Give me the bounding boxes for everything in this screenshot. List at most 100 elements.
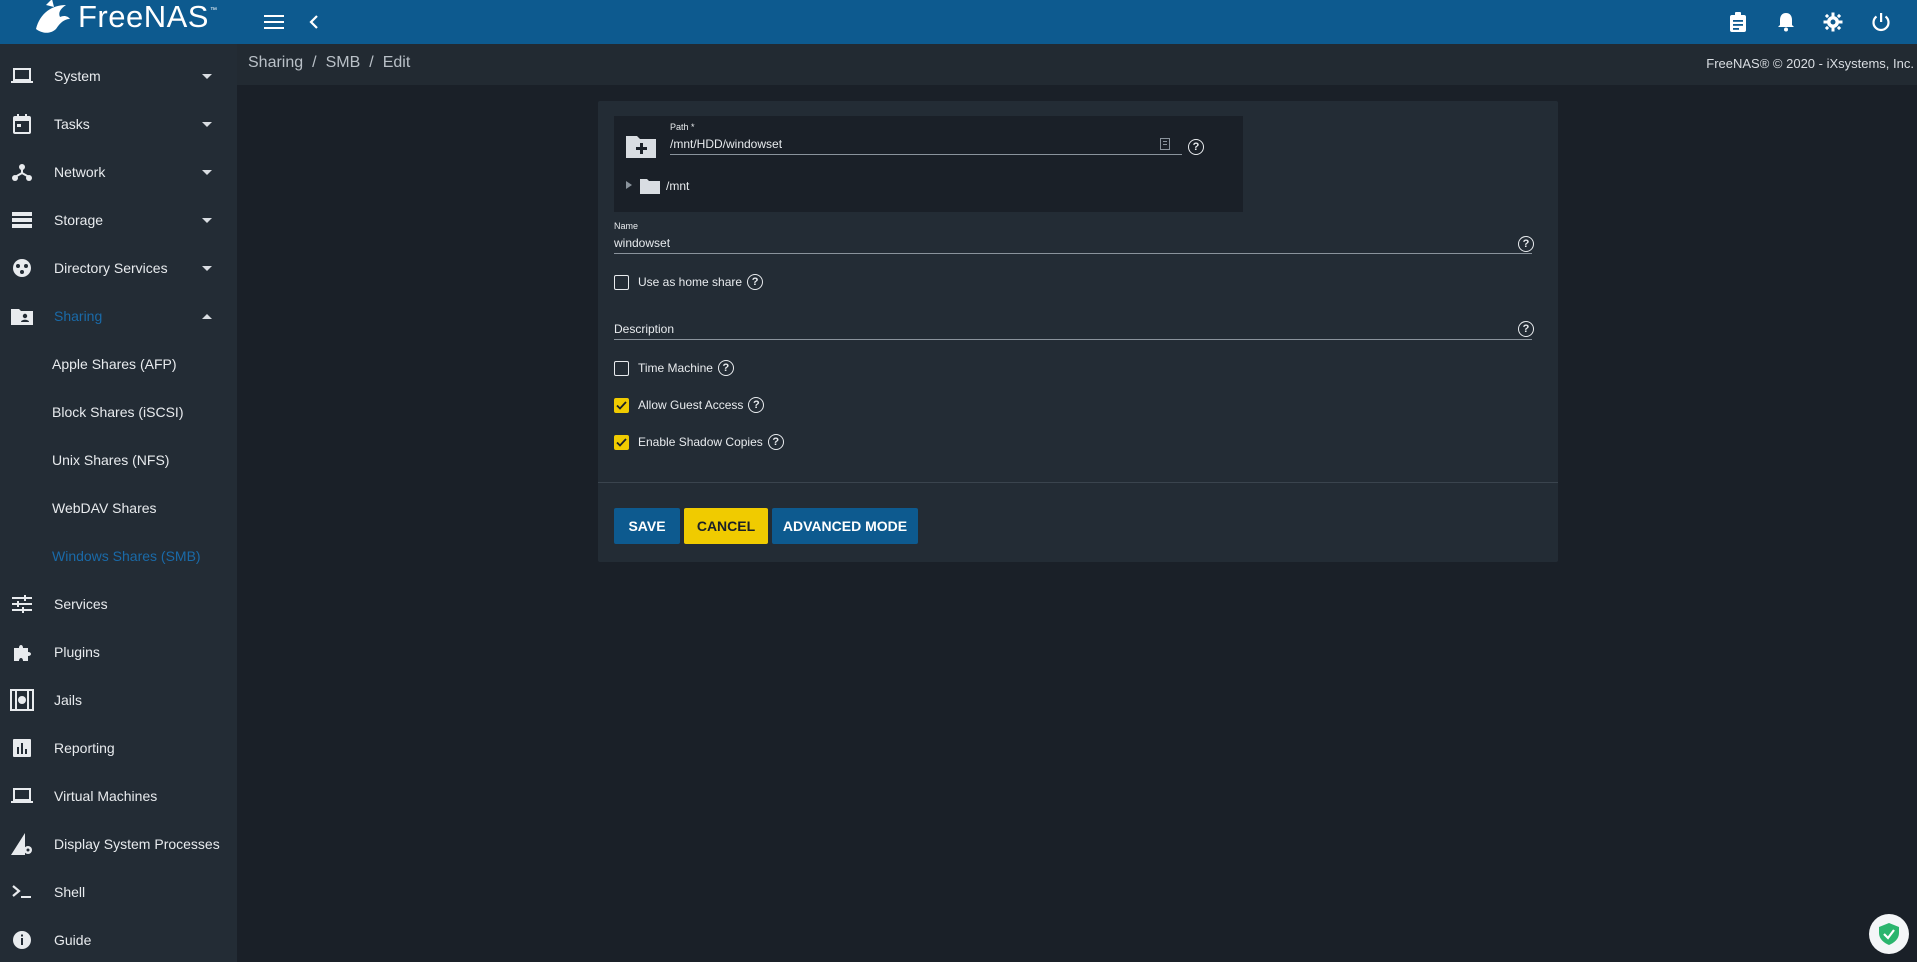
breadcrumb-sharing[interactable]: Sharing (248, 54, 303, 72)
sidebar-item-sharing[interactable]: Sharing (0, 296, 237, 336)
breadcrumb-separator: / (312, 54, 317, 71)
time-machine-checkbox[interactable] (614, 360, 629, 376)
sidebar-item-virtual-machines[interactable]: Virtual Machines (0, 776, 237, 816)
top-toolbar: FreeNAS ™ (0, 0, 1917, 44)
caret-down-icon (202, 217, 212, 223)
sidebar-item-label: Network (54, 164, 106, 180)
home-share-checkbox-row[interactable]: Use as home share ? (614, 273, 764, 291)
power-icon (1872, 13, 1890, 32)
power-button[interactable] (1861, 0, 1901, 44)
advanced-mode-button[interactable]: ADVANCED MODE (772, 508, 918, 544)
name-underline (614, 253, 1532, 254)
tree-node-mnt[interactable]: /mnt (666, 179, 689, 193)
sidebar-item-tasks[interactable]: Tasks (0, 104, 237, 144)
sidebar-item-label: Virtual Machines (54, 788, 158, 804)
breadcrumb-smb[interactable]: SMB (326, 54, 361, 72)
shadow-copies-checkbox[interactable] (614, 434, 629, 450)
sidebar-subitem-nfs[interactable]: Unix Shares (NFS) (0, 440, 237, 480)
path-label: Path * (670, 122, 695, 132)
tree-expand-icon[interactable] (626, 181, 632, 189)
storage-icon (10, 208, 34, 232)
sidebar-item-directory-services[interactable]: Directory Services (0, 248, 237, 288)
path-underline (670, 154, 1182, 155)
sidebar-item-services[interactable]: Services (0, 584, 237, 624)
name-label: Name (614, 221, 639, 231)
jail-icon (10, 688, 34, 712)
sidebar-subitem-iscsi[interactable]: Block Shares (iSCSI) (0, 392, 237, 432)
description-input[interactable]: Description (614, 322, 674, 336)
help-icon[interactable]: ? (1518, 321, 1534, 337)
alerts-button[interactable] (1766, 0, 1806, 44)
shadow-copies-label: Enable Shadow Copies (638, 435, 763, 449)
sidebar-item-label: Reporting (54, 740, 115, 756)
help-icon[interactable]: ? (1518, 236, 1534, 252)
menu-toggle-button[interactable] (254, 0, 294, 44)
save-button[interactable]: SAVE (614, 508, 680, 544)
collapse-sidebar-button[interactable] (294, 0, 334, 44)
sidebar-item-reporting[interactable]: Reporting (0, 728, 237, 768)
time-machine-label: Time Machine (638, 361, 713, 375)
sidebar-subitem-smb[interactable]: Windows Shares (SMB) (0, 536, 237, 576)
shadow-copies-checkbox-row[interactable]: Enable Shadow Copies ? (614, 433, 784, 451)
help-icon[interactable]: ? (747, 274, 764, 290)
form-divider (598, 482, 1558, 483)
home-share-checkbox[interactable] (614, 274, 629, 290)
puzzle-icon (10, 640, 34, 664)
help-icon[interactable]: ? (717, 360, 734, 376)
task-manager-button[interactable] (1718, 0, 1758, 44)
description-underline (614, 339, 1532, 340)
clipboard-paste-icon[interactable] (1159, 137, 1171, 151)
caret-down-icon (202, 121, 212, 127)
sidebar-item-label: Jails (54, 692, 83, 708)
guest-access-checkbox[interactable] (614, 397, 629, 413)
sidebar-item-storage[interactable]: Storage (0, 200, 237, 240)
caret-down-icon (202, 265, 212, 271)
sidebar-item-plugins[interactable]: Plugins (0, 632, 237, 672)
folder-plus-icon[interactable] (626, 133, 656, 158)
laptop-icon (10, 784, 34, 808)
time-machine-checkbox-row[interactable]: Time Machine ? (614, 359, 734, 377)
cancel-button[interactable]: CANCEL (684, 508, 768, 544)
freenas-logo[interactable]: FreeNAS ™ (30, 0, 217, 44)
sidebar-item-label: Services (54, 596, 108, 612)
sidebar-subitem-afp[interactable]: Apple Shares (AFP) (0, 344, 237, 384)
breadcrumb: Sharing / SMB / Edit (248, 54, 410, 72)
sidebar-subitem-label: Block Shares (iSCSI) (52, 404, 184, 420)
sidebar-item-jails[interactable]: Jails (0, 680, 237, 720)
chart-icon (10, 736, 34, 760)
help-icon[interactable]: ? (1188, 139, 1204, 155)
info-icon (10, 928, 34, 952)
name-input[interactable]: windowset (614, 236, 670, 250)
folder-shared-icon (10, 304, 34, 328)
shield-check-icon (1879, 923, 1899, 945)
sidebar-item-guide[interactable]: Guide (0, 920, 237, 960)
sidebar-item-label: Plugins (54, 644, 100, 660)
path-input[interactable]: /mnt/HDD/windowset (670, 137, 782, 151)
folder-icon (640, 179, 660, 194)
sidebar-item-system[interactable]: System (0, 56, 237, 96)
settings-button[interactable] (1813, 0, 1853, 44)
guest-access-checkbox-row[interactable]: Allow Guest Access ? (614, 396, 765, 414)
security-shield-button[interactable] (1869, 914, 1909, 954)
calendar-icon (10, 112, 34, 136)
logo-text: FreeNAS (78, 0, 209, 34)
gear-icon (1823, 12, 1843, 32)
sidebar-item-label: System (54, 68, 101, 84)
sidebar-item-shell[interactable]: Shell (0, 872, 237, 912)
help-icon[interactable]: ? (748, 397, 765, 413)
sidebar-item-label: Directory Services (54, 260, 168, 276)
sidebar-subitem-webdav[interactable]: WebDAV Shares (0, 488, 237, 528)
home-share-label: Use as home share (638, 275, 743, 289)
sidebar-nav: System Tasks Network Storage Directory S… (0, 44, 237, 962)
terminal-icon (10, 880, 34, 904)
sidebar-item-network[interactable]: Network (0, 152, 237, 192)
checkmark-icon (616, 400, 627, 410)
help-icon[interactable]: ? (767, 434, 784, 450)
clipboard-icon (1730, 12, 1746, 32)
freenas-shark-icon (36, 0, 70, 33)
sidebar-item-label: Guide (54, 932, 92, 948)
chevron-left-icon (309, 15, 318, 29)
sidebar-item-label: Tasks (54, 116, 90, 132)
sidebar-item-display-system-processes[interactable]: Display System Processes (0, 824, 237, 864)
copyright-text: FreeNAS® © 2020 - iXsystems, Inc. (1706, 56, 1914, 71)
